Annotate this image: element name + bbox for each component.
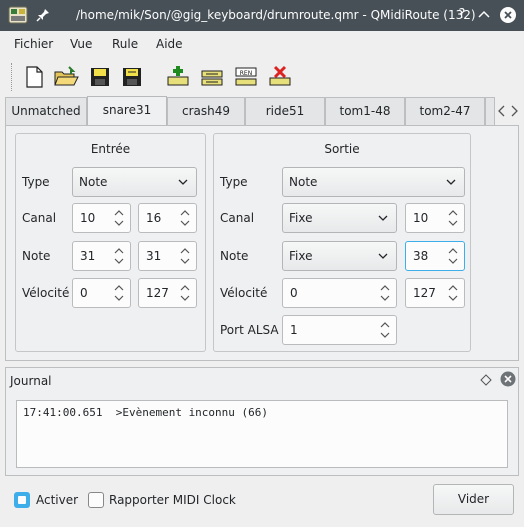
output-velocity-value: 127 xyxy=(413,286,436,300)
input-velocity-label: Vélocité xyxy=(22,286,70,300)
chevron-down-icon xyxy=(378,253,388,259)
output-velocity-spinbox[interactable]: 127 xyxy=(405,278,465,308)
output-canal-mode-value: Fixe xyxy=(289,211,313,225)
output-canal-mode-select[interactable]: Fixe xyxy=(282,203,397,233)
pin-icon[interactable] xyxy=(35,7,51,23)
spin-arrows-icon[interactable] xyxy=(448,284,458,302)
menu-bar: Fichier Vue Rule Aide xyxy=(0,31,524,57)
chevron-down-icon xyxy=(446,179,456,185)
open-folder-icon[interactable] xyxy=(52,63,80,91)
chevron-down-icon xyxy=(178,179,188,185)
input-canal-min-value: 10 xyxy=(80,211,96,225)
journal-panel: Journal 17:41:00.651 >Evènement inconnu … xyxy=(5,367,519,476)
output-velocity-offset-value: 0 xyxy=(290,286,298,300)
input-type-value: Note xyxy=(79,175,108,189)
tab-tom2-47[interactable]: tom2-47 xyxy=(405,97,485,125)
chevron-down-icon xyxy=(378,215,388,221)
spin-arrows-icon[interactable] xyxy=(380,284,390,302)
close-icon[interactable] xyxy=(499,6,517,24)
enable-label[interactable]: Activer xyxy=(36,492,78,508)
input-note-max-spinbox[interactable]: 31 xyxy=(138,241,197,271)
qmidiroute-icon[interactable] xyxy=(8,5,28,25)
spin-arrows-icon[interactable] xyxy=(114,284,124,302)
help-icon[interactable]: ? xyxy=(453,6,471,24)
input-type-label: Type xyxy=(22,175,50,189)
input-type-select[interactable]: Note xyxy=(72,167,197,197)
output-type-label: Type xyxy=(220,175,248,189)
save-icon[interactable] xyxy=(86,63,114,91)
menu-aide[interactable]: Aide xyxy=(156,31,183,57)
input-note-max-value: 31 xyxy=(146,249,162,263)
input-velocity-min-spinbox[interactable]: 0 xyxy=(72,278,131,308)
title-bar[interactable]: /home/mik/Son/@gig_keyboard/drumroute.qm… xyxy=(0,0,524,31)
save-as-icon[interactable] xyxy=(118,63,146,91)
output-type-select[interactable]: Note xyxy=(282,167,465,197)
spin-arrows-icon[interactable] xyxy=(114,209,124,227)
menu-rule[interactable]: Rule xyxy=(112,31,138,57)
output-canal-value: 10 xyxy=(413,211,429,225)
journal-close-icon[interactable] xyxy=(500,371,516,387)
midi-clock-checkbox[interactable] xyxy=(88,492,104,508)
output-canal-spinbox[interactable]: 10 xyxy=(405,203,465,233)
toolbar-handle[interactable] xyxy=(11,63,14,91)
output-note-label: Note xyxy=(220,249,249,263)
delete-rule-icon[interactable] xyxy=(266,63,294,91)
input-note-min-spinbox[interactable]: 31 xyxy=(72,241,131,271)
output-note-mode-select[interactable]: Fixe xyxy=(282,241,397,271)
new-file-icon[interactable] xyxy=(20,63,48,91)
log-line: 17:41:00.651 >Evènement inconnu (66) xyxy=(23,406,269,419)
journal-title: Journal xyxy=(10,374,52,388)
output-velocity-offset-spinbox[interactable]: 0 xyxy=(282,278,397,308)
output-port-value: 1 xyxy=(290,323,298,337)
output-note-mode-value: Fixe xyxy=(289,249,313,263)
spin-arrows-icon[interactable] xyxy=(180,284,190,302)
output-canal-label: Canal xyxy=(220,211,255,225)
input-velocity-max-spinbox[interactable]: 127 xyxy=(138,278,197,308)
input-canal-max-spinbox[interactable]: 16 xyxy=(138,203,197,233)
output-velocity-label: Vélocité xyxy=(220,286,268,300)
tab-scroll-left-icon[interactable] xyxy=(496,104,508,118)
output-note-value: 38 xyxy=(413,249,429,263)
rename-rule-icon[interactable] xyxy=(198,63,226,91)
output-port-spinbox[interactable]: 1 xyxy=(282,315,397,345)
spin-arrows-icon[interactable] xyxy=(380,321,390,339)
float-icon[interactable] xyxy=(479,373,493,387)
spin-arrows-icon[interactable] xyxy=(180,247,190,265)
tab-unmatched[interactable]: Unmatched xyxy=(5,97,87,125)
spin-arrows-icon[interactable] xyxy=(114,247,124,265)
window-title: /home/mik/Son/@gig_keyboard/drumroute.qm… xyxy=(76,8,476,22)
menu-vue[interactable]: Vue xyxy=(70,31,92,57)
tab-snare31[interactable]: snare31 xyxy=(87,96,167,126)
clear-button[interactable]: Vider xyxy=(433,484,514,515)
input-note-label: Note xyxy=(22,249,51,263)
enable-checkbox[interactable] xyxy=(14,492,30,508)
input-canal-min-spinbox[interactable]: 10 xyxy=(72,203,131,233)
tab-tom1-48[interactable]: tom1-48 xyxy=(325,97,405,125)
output-type-value: Note xyxy=(289,175,318,189)
midi-clock-label[interactable]: Rapporter MIDI Clock xyxy=(109,492,236,508)
input-group-title: Entrée xyxy=(90,142,131,156)
minimize-icon[interactable] xyxy=(475,6,493,24)
journal-log[interactable]: 17:41:00.651 >Evènement inconnu (66) xyxy=(16,400,508,468)
input-canal-max-value: 16 xyxy=(146,211,162,225)
spin-arrows-icon[interactable] xyxy=(180,209,190,227)
ren-icon[interactable]: REN xyxy=(232,63,260,91)
spin-arrows-icon[interactable] xyxy=(448,247,458,265)
menu-fichier[interactable]: Fichier xyxy=(14,31,53,57)
svg-text:REN: REN xyxy=(240,70,252,77)
tab-crash49[interactable]: crash49 xyxy=(167,97,245,125)
output-group-title: Sortie xyxy=(324,142,360,156)
input-canal-label: Canal xyxy=(22,211,57,225)
tab-scroll-right-icon[interactable] xyxy=(508,104,520,118)
input-note-min-value: 31 xyxy=(80,249,96,263)
spin-arrows-icon[interactable] xyxy=(448,209,458,227)
tab-overflow xyxy=(485,97,495,125)
add-rule-icon[interactable] xyxy=(164,63,192,91)
output-port-label: Port ALSA xyxy=(220,323,279,337)
output-note-spinbox[interactable]: 38 xyxy=(405,241,465,271)
toolbar: REN xyxy=(0,57,524,97)
input-velocity-min-value: 0 xyxy=(80,286,88,300)
tab-ride51[interactable]: ride51 xyxy=(245,97,325,125)
input-velocity-max-value: 127 xyxy=(146,286,169,300)
